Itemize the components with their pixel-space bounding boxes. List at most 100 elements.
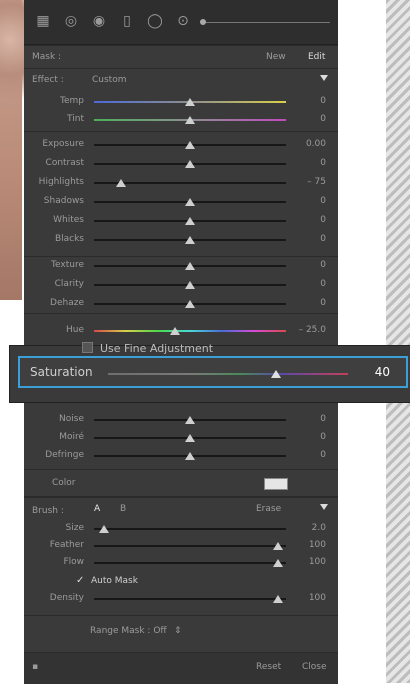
- fine-adjustment-label: Use Fine Adjustment: [100, 342, 214, 355]
- whites-slider[interactable]: [94, 217, 286, 225]
- saturation-callout: Use Fine Adjustment Saturation 40: [10, 342, 410, 402]
- blacks-label: Blacks: [54, 234, 84, 244]
- dehaze-label: Dehaze: [50, 298, 84, 308]
- red-eye-icon[interactable]: ▯: [118, 12, 136, 30]
- whites-value: 0: [320, 215, 326, 225]
- spot-removal-icon[interactable]: ◉: [90, 12, 108, 30]
- dehaze-slider[interactable]: [94, 300, 286, 308]
- brush-erase-button[interactable]: Erase: [256, 504, 281, 514]
- mask-row: Mask : New Edit: [24, 45, 338, 68]
- highlights-slider-thumb[interactable]: [115, 179, 126, 187]
- shadows-slider[interactable]: [94, 198, 286, 206]
- graduated-filter-icon[interactable]: ◯: [146, 12, 164, 30]
- blacks-slider-thumb[interactable]: [185, 236, 195, 244]
- detail-section: Noise 0 Moiré 0 Defringe 0: [24, 400, 338, 469]
- defringe-value: 0: [320, 450, 326, 460]
- hue-value: – 25.0: [298, 325, 326, 335]
- hue-label: Hue: [65, 325, 84, 335]
- contrast-slider-thumb[interactable]: [185, 160, 195, 168]
- moir-slider[interactable]: [94, 434, 286, 442]
- texture-slider-thumb[interactable]: [185, 262, 195, 270]
- flow-slider[interactable]: [94, 559, 286, 567]
- shadows-slider-thumb[interactable]: [185, 198, 195, 206]
- noise-slider[interactable]: [94, 416, 286, 424]
- grid-tool-icon[interactable]: ▦: [34, 12, 52, 30]
- clarity-slider[interactable]: [94, 281, 286, 289]
- blacks-value: 0: [320, 234, 326, 244]
- moir-slider-thumb[interactable]: [185, 434, 195, 442]
- range-mask-select[interactable]: Range Mask : Off: [90, 626, 167, 636]
- size-value: 2.0: [311, 523, 326, 533]
- whites-slider-thumb[interactable]: [185, 217, 195, 225]
- flow-slider-thumb[interactable]: [273, 559, 284, 567]
- texture-value: 0: [320, 260, 326, 270]
- brush-section: Brush : A B Erase ✓ Auto Mask Size 2.0 Fea…: [24, 496, 338, 616]
- size-slider[interactable]: [94, 525, 286, 533]
- saturation-highlight-box: Saturation 40: [18, 356, 408, 388]
- noise-value: 0: [320, 414, 326, 424]
- tint-slider-thumb[interactable]: [185, 116, 195, 124]
- texture-slider[interactable]: [94, 262, 286, 270]
- adjustment-brush-icon[interactable]: ⊙: [174, 12, 192, 30]
- whites-label: Whites: [53, 215, 84, 225]
- temp-value: 0: [320, 96, 326, 106]
- feather-label: Feather: [49, 540, 84, 550]
- crop-overlay-icon[interactable]: ◎: [62, 12, 80, 30]
- collapse-triangle-icon[interactable]: [320, 75, 328, 81]
- brush-a-button[interactable]: A: [94, 504, 100, 514]
- reset-button[interactable]: Reset: [256, 662, 281, 672]
- shadows-label: Shadows: [43, 196, 84, 206]
- color-swatch[interactable]: [264, 478, 288, 490]
- temp-slider-thumb[interactable]: [185, 98, 195, 106]
- color-row: Color: [24, 469, 338, 496]
- feather-slider-thumb[interactable]: [273, 542, 284, 550]
- auto-mask-check-icon[interactable]: ✓: [76, 575, 84, 586]
- feather-slider[interactable]: [94, 542, 286, 550]
- range-mask-row: Range Mask : Off ⇕: [24, 615, 338, 652]
- auto-mask-label: Auto Mask: [91, 576, 138, 586]
- noise-label: Noise: [59, 414, 84, 424]
- hue-slider-thumb[interactable]: [169, 327, 180, 335]
- temp-slider[interactable]: [94, 98, 286, 106]
- exposure-slider-thumb[interactable]: [185, 141, 195, 149]
- size-label: Size: [65, 523, 84, 533]
- highlights-slider[interactable]: [94, 179, 286, 187]
- hatched-background: [386, 0, 410, 683]
- density-slider-thumb[interactable]: [273, 595, 284, 603]
- density-slider[interactable]: [94, 595, 286, 603]
- size-slider-thumb[interactable]: [98, 525, 109, 533]
- flow-label: Flow: [63, 557, 84, 567]
- blacks-slider[interactable]: [94, 236, 286, 244]
- defringe-slider-thumb[interactable]: [185, 452, 195, 460]
- exposure-slider[interactable]: [94, 141, 286, 149]
- dehaze-slider-thumb[interactable]: [185, 300, 195, 308]
- saturation-slider-thumb[interactable]: [271, 370, 281, 378]
- saturation-slider[interactable]: [108, 370, 348, 378]
- close-button[interactable]: Close: [302, 662, 327, 672]
- mask-toggle-icon[interactable]: ▪: [32, 662, 38, 672]
- tool-strip-slider[interactable]: [200, 19, 330, 25]
- fine-adjustment-checkbox[interactable]: [82, 342, 93, 353]
- tint-label: Tint: [67, 114, 84, 124]
- moir-label: Moiré: [59, 432, 84, 442]
- hue-slider[interactable]: [94, 327, 286, 335]
- brush-collapse-icon[interactable]: [320, 504, 328, 510]
- brush-b-button[interactable]: B: [120, 504, 126, 514]
- saturation-value: 40: [374, 365, 390, 379]
- highlights-label: Highlights: [38, 177, 84, 187]
- mask-edit-button[interactable]: Edit: [308, 52, 325, 62]
- exposure-value: 0.00: [305, 139, 326, 149]
- shadows-value: 0: [320, 196, 326, 206]
- panel-footer: ▪ Reset Close: [24, 652, 338, 684]
- contrast-slider[interactable]: [94, 160, 286, 168]
- presence-section: Texture 0 Clarity 0 Dehaze 0: [24, 256, 338, 313]
- range-mask-arrows-icon[interactable]: ⇕: [174, 626, 182, 636]
- mask-new-button[interactable]: New: [266, 52, 286, 62]
- clarity-slider-thumb[interactable]: [185, 281, 195, 289]
- moir-value: 0: [320, 432, 326, 442]
- effect-preset-select[interactable]: Custom: [92, 75, 126, 85]
- defringe-slider[interactable]: [94, 452, 286, 460]
- tint-slider[interactable]: [94, 116, 286, 124]
- density-value: 100: [308, 593, 326, 603]
- noise-slider-thumb[interactable]: [185, 416, 195, 424]
